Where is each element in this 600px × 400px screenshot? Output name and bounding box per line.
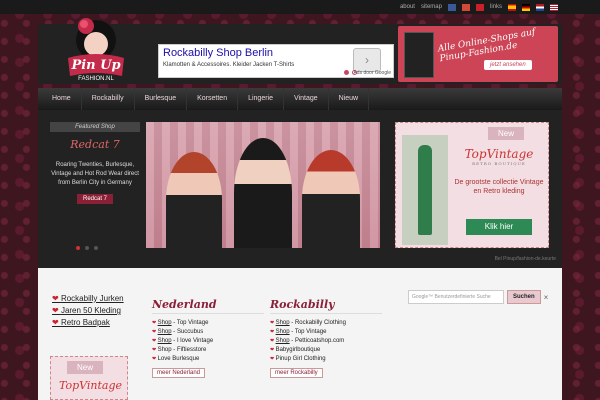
nav-rockabilly[interactable]: Rockabilly (82, 88, 135, 110)
rockabilly-item[interactable]: Babygirlboutique (270, 347, 382, 353)
slider-dot[interactable] (76, 246, 80, 250)
banner-button[interactable]: jetzt ansehen (484, 60, 532, 70)
banner-text: Alle Online-Shops auf Pinup-Fashion.de (437, 27, 537, 65)
rockabilly-item[interactable]: Shop - Top Vintage (270, 329, 382, 335)
ad-dot[interactable] (344, 70, 349, 75)
slider-dot[interactable] (94, 246, 98, 250)
pinterest-icon[interactable] (475, 3, 484, 11)
logo-text: Pin Up (70, 58, 120, 73)
topvintage-text: De grootste collectie Vintage en Retro k… (454, 179, 544, 195)
nav-korsetten[interactable]: Korsetten (187, 88, 239, 110)
rockabilly-column: Rockabilly Shop - Rockabilly Clothing Sh… (270, 298, 382, 378)
featured-text: Roaring Twenties, Burlesque, Vintage and… (51, 162, 139, 186)
close-icon[interactable]: × (544, 293, 549, 302)
topvintage-mini-ad[interactable]: New TopVintage (50, 356, 128, 400)
featured-title: Redcat 7 (70, 138, 120, 151)
search-input[interactable]: Google™ Benutzerdefinierte Suche (408, 290, 504, 304)
links-link[interactable]: links (490, 4, 502, 10)
nederland-item[interactable]: Shop - Fiftiesstore (152, 347, 264, 353)
nav-lingerie[interactable]: Lingerie (238, 88, 285, 110)
search-button[interactable]: Suchen (507, 290, 541, 304)
logo-subtext: FASHION.NL (78, 76, 114, 82)
googleplus-icon[interactable] (461, 3, 470, 11)
nav-vintage[interactable]: Vintage (284, 88, 329, 110)
featured-photo[interactable] (146, 122, 380, 248)
model-left (166, 152, 222, 248)
nav-burlesque[interactable]: Burlesque (135, 88, 188, 110)
usa-flag-icon[interactable] (550, 3, 558, 11)
ad-arrow-button[interactable]: › (353, 48, 381, 72)
pinup-fashion-banner[interactable]: Alle Online-Shops auf Pinup-Fashion.de j… (398, 26, 558, 82)
sitemap-link[interactable]: sitemap (421, 4, 442, 10)
nederland-item[interactable]: Shop - Top Vintage (152, 320, 264, 326)
topvintage-logo: TopVintage RETRO BOUTIQUE (454, 147, 544, 166)
mini-new-badge: New (67, 361, 104, 374)
nav-home[interactable]: Home (42, 88, 82, 110)
sidebar-link-rockabilly-jurken[interactable]: Rockabilly Jurken (52, 294, 124, 303)
featured-ribbon: Featured Shop (50, 122, 140, 132)
ad-title[interactable]: Rockabilly Shop Berlin (163, 47, 273, 59)
new-badge: New (488, 127, 525, 140)
model-right (302, 150, 360, 248)
photo-credit: Bel Pinup/fashion-de.keurte (494, 256, 556, 262)
vintage-model-photo (402, 135, 448, 245)
netherlands-flag-icon[interactable] (536, 3, 544, 11)
sidebar-links: Rockabilly Jurken Jaren 50 Kleding Retro… (52, 294, 124, 330)
ad-text: Klamotten & Accessoires. Kleider Jacken … (163, 62, 295, 68)
main-nav: Home Rockabilly Burlesque Korsetten Ling… (38, 88, 562, 110)
header: Pin Up FASHION.NL Rockabilly Shop Berlin… (38, 18, 562, 84)
topvintage-logo-text: TopVintage (464, 147, 534, 161)
model-center (234, 138, 292, 248)
meer-rockabilly-button[interactable]: meer Rockabilly (270, 368, 323, 378)
site-logo[interactable]: Pin Up FASHION.NL (58, 12, 134, 84)
green-dress (418, 145, 432, 235)
google-ad[interactable]: Rockabilly Shop Berlin Klamotten & Acces… (158, 44, 394, 78)
nederland-column: Nederland Shop - Top Vintage Shop - Succ… (152, 298, 264, 378)
klik-hier-button[interactable]: Klik hier (466, 219, 532, 235)
topvintage-ad[interactable]: New TopVintage RETRO BOUTIQUE De grootste… (395, 122, 549, 248)
ads-by-google[interactable]: Ads door Google (353, 70, 391, 76)
rockabilly-item[interactable]: Pinup Girl Clothing (270, 356, 382, 362)
germany-flag-icon[interactable] (522, 3, 530, 11)
nederland-item[interactable]: Shop - I love Vintage (152, 338, 264, 344)
featured-button[interactable]: Redcat 7 (76, 194, 113, 204)
spain-flag-icon[interactable] (508, 3, 516, 11)
nederland-item[interactable]: Love Burlesque (152, 356, 264, 362)
shopping-bag-icon (404, 32, 434, 78)
nederland-item[interactable]: Shop - Succubus (152, 329, 264, 335)
nederland-title: Nederland (152, 298, 264, 314)
rockabilly-item[interactable]: Shop - Petticoatshop.com (270, 338, 382, 344)
sidebar-link-jaren-50[interactable]: Jaren 50 Kleding (52, 306, 124, 315)
sidebar-link-retro-badpak[interactable]: Retro Badpak (52, 318, 124, 327)
featured-shop: Featured Shop Redcat 7 Roaring Twenties,… (50, 122, 140, 252)
slider-dots[interactable] (76, 246, 98, 250)
about-link[interactable]: about (400, 4, 415, 10)
rockabilly-title: Rockabilly (270, 298, 382, 314)
nav-nieuw[interactable]: Nieuw (329, 88, 370, 110)
topvintage-logo-sub: RETRO BOUTIQUE (472, 161, 526, 166)
meer-nederland-button[interactable]: meer Nederland (152, 368, 206, 378)
lower-content: Rockabilly Jurken Jaren 50 Kleding Retro… (38, 268, 562, 400)
facebook-icon[interactable] (447, 3, 456, 11)
google-search: Google™ Benutzerdefinierte Suche Suchen … (408, 290, 548, 304)
rockabilly-item[interactable]: Shop - Rockabilly Clothing (270, 320, 382, 326)
main-panel: Home Rockabilly Burlesque Korsetten Ling… (38, 88, 562, 268)
slider-dot[interactable] (85, 246, 89, 250)
mini-topvintage-logo: TopVintage (59, 379, 123, 392)
